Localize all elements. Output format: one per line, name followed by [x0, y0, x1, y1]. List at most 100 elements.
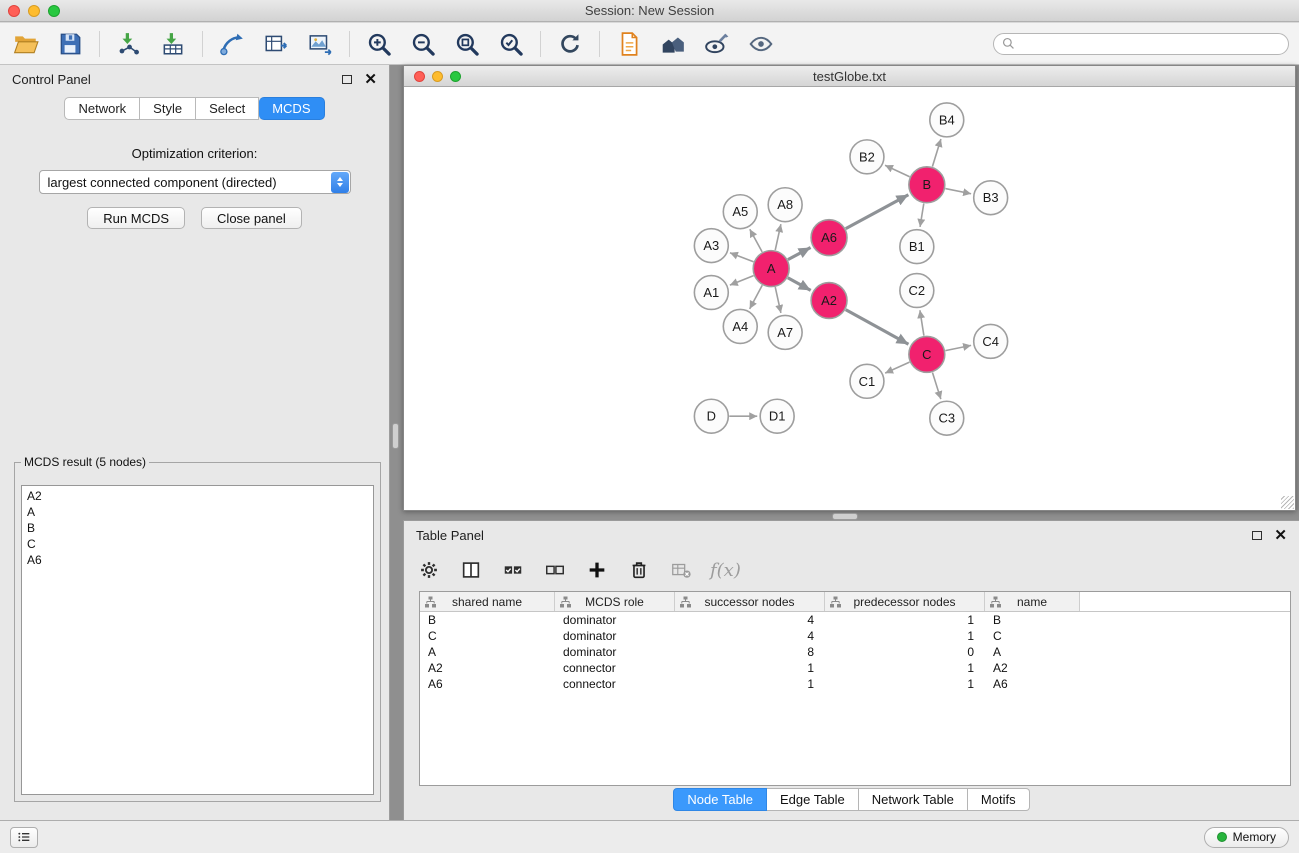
edge-A-A8[interactable]	[775, 224, 781, 250]
home-button[interactable]	[657, 28, 689, 60]
node-B4[interactable]: B4	[930, 103, 964, 137]
network-window-titlebar[interactable]: testGlobe.txt	[404, 66, 1295, 87]
close-window-button[interactable]	[8, 5, 20, 17]
close-panel-icon[interactable]: ✕	[364, 72, 377, 87]
deselect-all-button[interactable]	[542, 557, 568, 583]
node-A1[interactable]: A1	[694, 276, 728, 310]
table-row[interactable]: A6connector11A6	[420, 676, 1290, 692]
result-item[interactable]: B	[27, 520, 368, 536]
node-D1[interactable]: D1	[760, 399, 794, 433]
edge-A-A4[interactable]	[750, 285, 763, 309]
edge-B-B3[interactable]	[945, 189, 971, 194]
run-mcds-button[interactable]: Run MCDS	[87, 207, 185, 229]
node-B[interactable]: B	[909, 167, 945, 203]
search-input[interactable]	[1021, 37, 1280, 51]
mcds-result-list[interactable]: A2ABCA6	[21, 485, 374, 795]
columns-button[interactable]	[458, 557, 484, 583]
edge-C-C1[interactable]	[885, 362, 909, 373]
node-B1[interactable]: B1	[900, 230, 934, 264]
node-B3[interactable]: B3	[974, 181, 1008, 215]
search-box[interactable]	[993, 33, 1289, 55]
edge-A6-B[interactable]	[846, 195, 909, 229]
function-builder-button[interactable]: f(x)	[710, 560, 741, 581]
import-network-button[interactable]	[113, 28, 145, 60]
edge-B-B1[interactable]	[920, 203, 924, 226]
table-row[interactable]: A2connector11A2	[420, 660, 1290, 676]
column-header-predecessor-nodes[interactable]: predecessor nodes	[825, 592, 985, 611]
close-panel-button[interactable]: Close panel	[201, 207, 302, 229]
tab-network-table[interactable]: Network Table	[859, 788, 968, 811]
select-all-button[interactable]	[500, 557, 526, 583]
column-header-MCDS-role[interactable]: MCDS role	[555, 592, 675, 611]
tab-mcds[interactable]: MCDS	[259, 97, 324, 120]
edge-C-C2[interactable]	[920, 310, 924, 335]
node-C2[interactable]: C2	[900, 274, 934, 308]
optimization-dropdown[interactable]: largest connected component (directed)	[39, 170, 351, 194]
column-header-name[interactable]: name	[985, 592, 1080, 611]
tab-motifs[interactable]: Motifs	[968, 788, 1030, 811]
export-network-button[interactable]	[216, 28, 248, 60]
zoom-window-button[interactable]	[48, 5, 60, 17]
result-item[interactable]: A	[27, 504, 368, 520]
tab-select[interactable]: Select	[196, 97, 259, 120]
delete-table-button[interactable]	[668, 557, 694, 583]
node-B2[interactable]: B2	[850, 140, 884, 174]
close-table-panel-icon[interactable]: ✕	[1274, 528, 1287, 543]
float-panel-icon[interactable]	[342, 75, 352, 84]
export-image-button[interactable]	[304, 28, 336, 60]
node-C[interactable]: C	[909, 336, 945, 372]
result-item[interactable]: C	[27, 536, 368, 552]
node-A4[interactable]: A4	[723, 309, 757, 343]
resize-grip[interactable]	[1281, 496, 1294, 509]
tab-style[interactable]: Style	[140, 97, 196, 120]
show-panels-button[interactable]	[10, 827, 38, 848]
result-item[interactable]: A2	[27, 488, 368, 504]
trash-button[interactable]	[626, 557, 652, 583]
table-row[interactable]: Cdominator41C	[420, 628, 1290, 644]
add-button[interactable]	[584, 557, 610, 583]
edge-A-A6[interactable]	[788, 248, 811, 260]
splitter-handle[interactable]	[832, 513, 858, 520]
edge-B-B4[interactable]	[932, 139, 941, 167]
table-row[interactable]: Bdominator41B	[420, 612, 1290, 628]
memory-button[interactable]: Memory	[1204, 827, 1289, 848]
network-canvas[interactable]: B4B2BB3A8A5A6A3B1AC2A1A2A4A7C4CC1C3DD1	[404, 87, 1295, 510]
edge-A-A1[interactable]	[730, 276, 754, 285]
edge-B-B2[interactable]	[885, 165, 910, 176]
column-header-successor-nodes[interactable]: successor nodes	[675, 592, 825, 611]
document-button[interactable]	[613, 28, 645, 60]
node-C3[interactable]: C3	[930, 401, 964, 435]
zoom-out-button[interactable]	[407, 28, 439, 60]
splitter-handle[interactable]	[392, 423, 399, 449]
node-A6[interactable]: A6	[811, 220, 847, 256]
open-folder-button[interactable]	[10, 28, 42, 60]
network-minimize-button[interactable]	[432, 71, 443, 82]
tab-edge-table[interactable]: Edge Table	[767, 788, 859, 811]
node-D[interactable]: D	[694, 399, 728, 433]
zoom-selected-button[interactable]	[495, 28, 527, 60]
node-A7[interactable]: A7	[768, 315, 802, 349]
edge-A-A3[interactable]	[730, 253, 754, 262]
column-header-shared-name[interactable]: shared name	[420, 592, 555, 611]
node-C1[interactable]: C1	[850, 364, 884, 398]
edge-A-A2[interactable]	[788, 278, 811, 291]
network-zoom-button[interactable]	[450, 71, 461, 82]
minimize-window-button[interactable]	[28, 5, 40, 17]
node-A[interactable]: A	[753, 251, 789, 287]
zoom-in-button[interactable]	[363, 28, 395, 60]
annotation-button[interactable]	[701, 28, 733, 60]
edge-C-C4[interactable]	[945, 345, 971, 350]
gear-button[interactable]	[416, 557, 442, 583]
edge-C-C3[interactable]	[932, 372, 940, 399]
eye-button[interactable]	[745, 28, 777, 60]
zoom-fit-button[interactable]	[451, 28, 483, 60]
float-table-panel-icon[interactable]	[1252, 531, 1262, 540]
refresh-button[interactable]	[554, 28, 586, 60]
import-table-button[interactable]	[157, 28, 189, 60]
dropdown-stepper-icon[interactable]	[331, 172, 349, 193]
network-graph[interactable]: B4B2BB3A8A5A6A3B1AC2A1A2A4A7C4CC1C3DD1	[404, 87, 1295, 510]
node-A8[interactable]: A8	[768, 188, 802, 222]
export-table-button[interactable]	[260, 28, 292, 60]
edge-A2-C[interactable]	[846, 310, 909, 345]
node-A5[interactable]: A5	[723, 195, 757, 229]
